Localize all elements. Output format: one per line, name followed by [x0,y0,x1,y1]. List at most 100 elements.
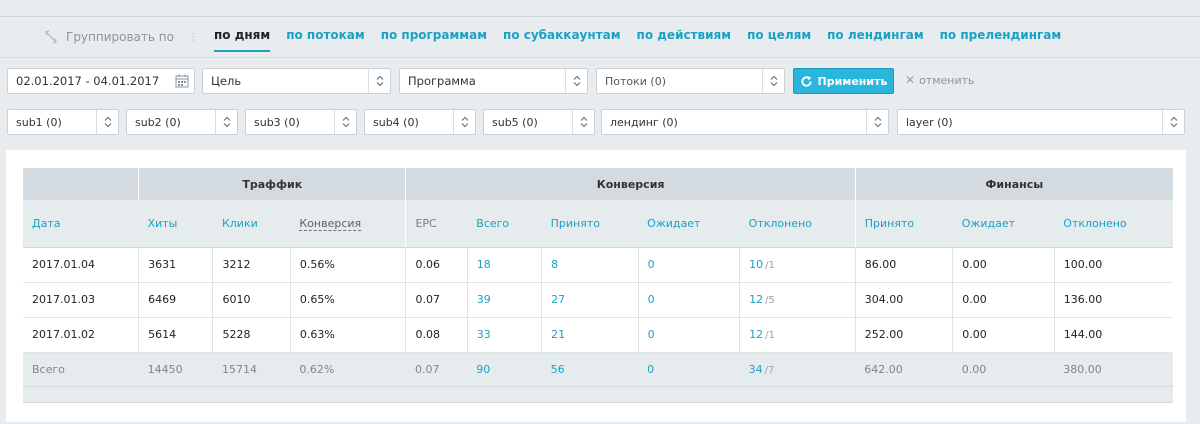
column-header-row: Дата Хиты Клики Конверсия EPC Всего Прин… [23,200,1173,248]
streams-select-value: Потоки (0) [605,74,667,88]
tab-by-landings[interactable]: по лендингам [827,22,924,52]
updown-chevron-icon [572,110,594,134]
calendar-button[interactable] [170,69,194,93]
col-fin-rejected[interactable]: Отклонено [1054,200,1173,248]
updown-chevron-icon [453,110,475,134]
cell-conv-rejected[interactable]: 12/1 [739,317,856,353]
total-conv-rejected[interactable]: 34/7 [739,352,856,387]
date-range-value: 02.01.2017 - 04.01.2017 [16,74,160,88]
rejected-count: 10 [749,258,764,271]
updown-chevron-icon [368,69,390,93]
sub2-select-value: sub2 (0) [135,115,181,129]
cell-conv-total[interactable]: 18 [467,246,543,283]
col-conv-pending[interactable]: Ожидает [638,200,740,248]
cell-conv-rejected[interactable]: 10/1 [739,246,856,283]
updown-chevron-icon [762,69,784,93]
sub4-select[interactable]: sub4 (0) [364,109,476,135]
cell-conv-pending[interactable]: 0 [638,282,741,318]
group-by-label-wrap: Группировать по [44,30,174,44]
col-epc: EPC [405,200,468,248]
stats-panel: Траффик Конверсия Финансы Дата Хиты Клик… [6,150,1186,422]
total-fin-pending: 0.00 [952,352,1055,387]
cell-cr: 0.56% [290,246,407,283]
tab-by-streams[interactable]: по потокам [286,22,365,52]
date-range-field[interactable]: 02.01.2017 - 04.01.2017 [7,68,195,94]
rejected-count: 12 [749,328,764,341]
cell-conv-pending[interactable]: 0 [638,317,741,353]
total-conv-accepted[interactable]: 56 [541,352,639,387]
landing-select[interactable]: лендинг (0) [601,109,889,135]
stats-table: Траффик Конверсия Финансы Дата Хиты Клик… [23,168,1173,403]
group-header-empty [23,168,140,200]
apply-button[interactable]: Применить [793,68,894,94]
cell-fin-accepted: 86.00 [855,246,954,283]
cell-date: 2017.01.02 [23,317,140,353]
totals-padding [23,386,1173,403]
total-cr: 0.62% [290,352,406,387]
sub1-select[interactable]: sub1 (0) [7,109,119,135]
rejected-extra: /1 [765,330,775,341]
col-conv-total[interactable]: Всего [467,200,542,248]
program-select-value: Программа [408,74,476,88]
cell-date: 2017.01.04 [23,246,140,283]
cell-clicks: 5228 [212,317,291,353]
col-fin-accepted[interactable]: Принято [854,200,953,248]
col-clicks[interactable]: Клики [212,200,291,248]
streams-select[interactable]: Потоки (0) [596,68,785,94]
col-cr[interactable]: Конверсия [290,200,406,248]
table-row: 2017.01.02 5614 5228 0.63% 0.08 33 21 0 … [23,317,1173,353]
col-date[interactable]: Дата [23,200,139,248]
sub4-select-value: sub4 (0) [373,115,419,129]
group-by-bar: Группировать по ⋮ по дням по потокам по … [44,22,1077,52]
cell-fin-rejected: 100.00 [1054,246,1173,283]
tab-by-days[interactable]: по дням [213,22,271,52]
total-conv-total[interactable]: 90 [467,352,542,387]
cell-epc: 0.07 [405,282,468,318]
tab-by-goals[interactable]: по целям [747,22,811,52]
total-hits: 14450 [138,352,213,387]
program-select[interactable]: Программа [399,68,588,94]
cancel-button[interactable]: ✕ отменить [905,73,975,87]
cell-conv-total[interactable]: 33 [467,317,543,353]
rejected-extra: /5 [765,295,775,306]
sub5-select[interactable]: sub5 (0) [483,109,595,135]
ungroup-icon [45,30,57,44]
col-hits[interactable]: Хиты [138,200,213,248]
cell-hits: 6469 [138,282,214,318]
sub3-select[interactable]: sub3 (0) [245,109,357,135]
divider [0,57,1200,58]
goal-select[interactable]: Цель [202,68,391,94]
cell-conv-total[interactable]: 39 [467,282,543,318]
cell-cr: 0.63% [290,317,407,353]
calendar-icon [175,74,189,88]
total-fin-rejected: 380.00 [1054,352,1173,387]
sub2-select[interactable]: sub2 (0) [126,109,238,135]
cell-fin-rejected: 136.00 [1054,282,1173,318]
cell-conv-accepted[interactable]: 8 [541,246,639,283]
cell-epc: 0.08 [405,317,468,353]
col-conv-rejected[interactable]: Отклонено [739,200,856,248]
tab-by-programs[interactable]: по программам [381,22,487,52]
cell-clicks: 3212 [212,246,291,283]
close-icon: ✕ [905,73,916,87]
cell-conv-pending[interactable]: 0 [638,246,741,283]
tab-by-prelandings[interactable]: по прелендингам [940,22,1062,52]
totals-row: Всего 14450 15714 0.62% 0.07 90 56 0 34/… [23,352,1173,387]
cell-epc: 0.06 [405,246,468,283]
table-row: 2017.01.04 3631 3212 0.56% 0.06 18 8 0 1… [23,246,1173,283]
cell-date: 2017.01.03 [23,282,140,318]
group-header-row: Траффик Конверсия Финансы [23,168,1173,200]
tab-by-subaccounts[interactable]: по субаккаунтам [503,22,621,52]
total-conv-pending[interactable]: 0 [638,352,740,387]
cell-conv-rejected[interactable]: 12/5 [739,282,856,318]
cell-conv-accepted[interactable]: 21 [541,317,639,353]
col-fin-pending[interactable]: Ожидает [952,200,1055,248]
layer-select[interactable]: layer (0) [897,109,1185,135]
total-clicks: 15714 [212,352,291,387]
col-conv-accepted[interactable]: Принято [541,200,639,248]
col-cr-label: Конверсия [299,216,362,231]
table-row: 2017.01.03 6469 6010 0.65% 0.07 39 27 0 … [23,282,1173,318]
tab-by-actions[interactable]: по действиям [637,22,732,52]
cell-conv-accepted[interactable]: 27 [541,282,639,318]
cell-fin-rejected: 144.00 [1054,317,1173,353]
